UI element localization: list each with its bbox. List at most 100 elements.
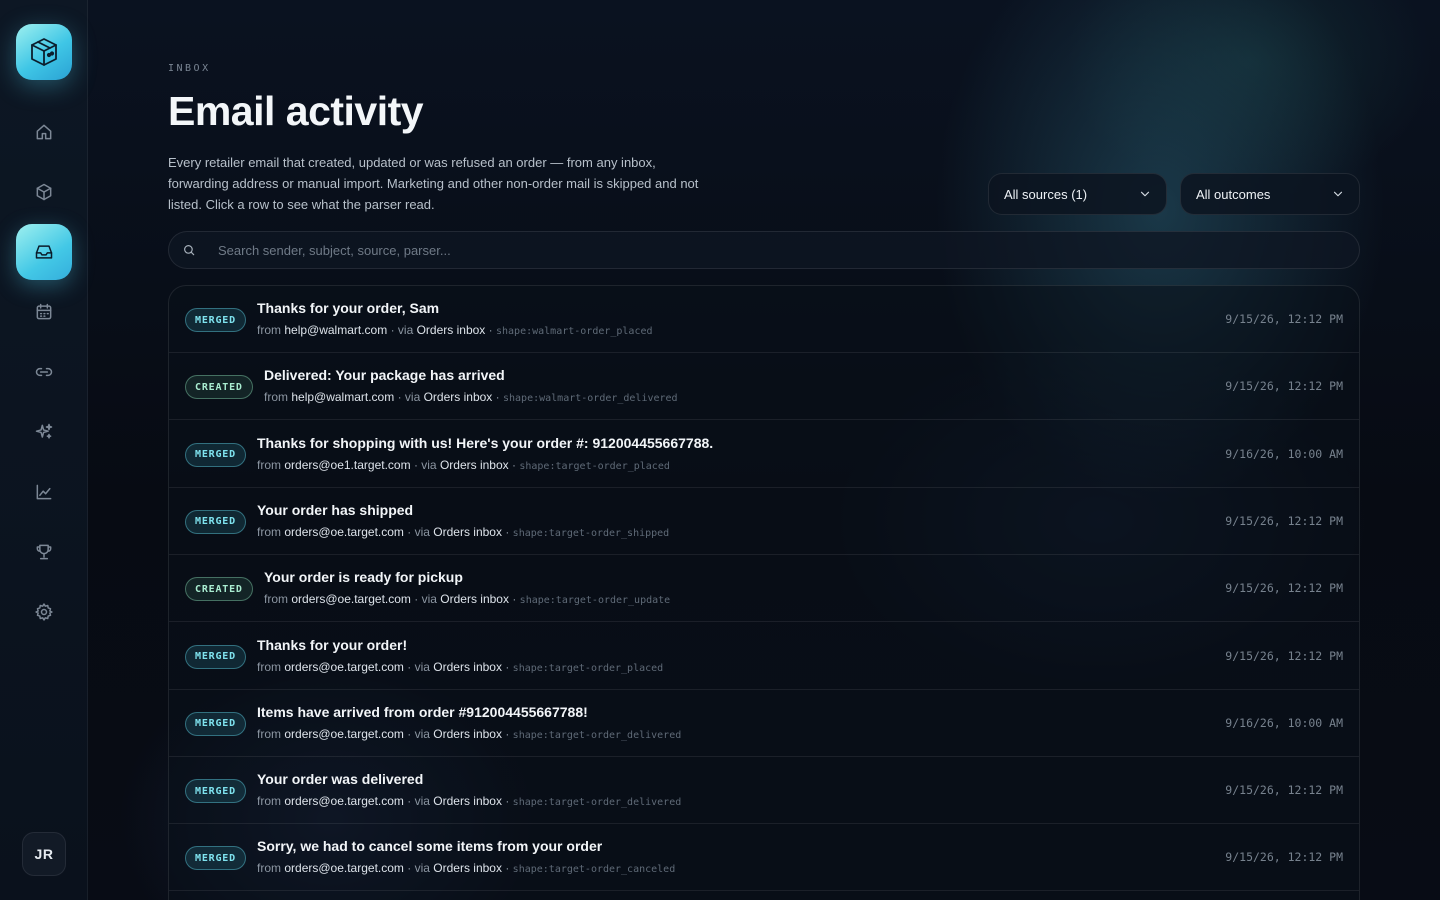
via-label: · via xyxy=(407,659,430,674)
via-label: · via xyxy=(414,592,437,607)
separator-dot: · xyxy=(505,726,510,741)
search-bar[interactable] xyxy=(168,231,1360,269)
email-subject: Sorry, we had to cancel some items from … xyxy=(257,838,603,855)
email-timestamp: 9/15/26, 12:12 PM xyxy=(1225,850,1343,865)
main-content: INBOX Email activity Every retailer emai… xyxy=(168,0,1360,900)
sender-address: orders@oe.target.com xyxy=(284,524,404,539)
parser-shape: shape:target-order_shipped xyxy=(512,527,670,539)
sender-address: orders@oe.target.com xyxy=(291,592,411,607)
email-row[interactable]: CREATED Delivered: Your package has arriv… xyxy=(169,353,1359,421)
parser-shape: shape:target-order_delivered xyxy=(512,797,682,809)
status-badge: MERGED xyxy=(185,509,246,534)
chart-icon xyxy=(36,484,52,500)
email-row[interactable]: MERGED Your order has shipped from orders@… xyxy=(169,488,1359,555)
source-inbox: Orders inbox xyxy=(439,457,509,472)
email-timestamp: 9/16/26, 10:00 AM xyxy=(1225,446,1343,461)
email-subject: Your order was delivered xyxy=(257,771,424,788)
parser-shape: shape:target-order_delivered xyxy=(512,729,682,741)
package-icon xyxy=(36,183,52,201)
separator-dot: · xyxy=(512,592,517,607)
parser-shape: shape:target-order_canceled xyxy=(512,864,676,876)
from-label: from xyxy=(264,390,288,405)
email-meta: from orders@oe.target.com · via Orders i… xyxy=(257,525,669,539)
from-label: from xyxy=(257,659,281,674)
sidebar-item-orders[interactable] xyxy=(16,164,72,220)
home-icon xyxy=(36,124,52,140)
sidebar-item-ai[interactable] xyxy=(16,404,72,460)
source-inbox: Orders inbox xyxy=(423,390,493,405)
calendar-icon xyxy=(36,303,52,320)
email-timestamp: 9/15/26, 12:12 PM xyxy=(1225,581,1343,596)
sidebar-item-links[interactable] xyxy=(16,344,72,400)
email-row[interactable]: MERGED Thanks for shopping with us! Here'… xyxy=(169,421,1359,488)
email-meta: from help@walmart.com · via Orders inbox… xyxy=(264,390,678,404)
source-inbox: Orders inbox xyxy=(433,726,502,741)
email-timestamp: 9/15/26, 12:12 PM xyxy=(1225,513,1343,528)
inbox-icon xyxy=(35,245,53,259)
outcomes-filter-label: All outcomes xyxy=(1196,186,1271,202)
email-row[interactable]: CREATED Your order is ready for pickup fro… xyxy=(169,555,1359,623)
from-label: from xyxy=(257,524,281,539)
outcomes-filter[interactable]: All outcomes xyxy=(1180,173,1360,215)
sparkles-icon xyxy=(35,423,53,439)
gear-icon xyxy=(35,603,53,621)
email-subject: Thanks for shopping with us! Here's your… xyxy=(257,434,714,451)
status-badge: CREATED xyxy=(185,375,253,400)
status-badge: MERGED xyxy=(185,846,246,871)
sources-filter-label: All sources (1) xyxy=(1004,186,1088,202)
from-label: from xyxy=(257,726,281,741)
sidebar-item-settings[interactable] xyxy=(16,584,72,640)
email-subject: Thanks for your order, Sam xyxy=(257,300,440,316)
app-logo[interactable] xyxy=(16,24,72,80)
status-badge: MERGED xyxy=(185,442,246,467)
email-row[interactable]: MERGED Your order was delivered from order… xyxy=(169,757,1359,825)
email-subject: Items have arrived from order #912004455… xyxy=(257,703,588,720)
separator-dot: · xyxy=(505,861,510,876)
via-label: · via xyxy=(407,861,430,876)
search-input[interactable] xyxy=(218,242,1318,258)
sender-address: help@walmart.com xyxy=(284,323,388,337)
page-eyebrow: INBOX xyxy=(168,63,211,74)
chevron-down-icon xyxy=(1333,191,1343,197)
email-timestamp: 9/15/26, 12:12 PM xyxy=(1225,379,1343,394)
status-badge: MERGED xyxy=(185,644,246,669)
sidebar-item-calendar[interactable] xyxy=(16,284,72,340)
trophy-icon xyxy=(36,544,52,560)
sidebar-item-analytics[interactable] xyxy=(16,464,72,520)
separator-dot: · xyxy=(505,659,510,674)
parser-shape: shape:target-order_placed xyxy=(519,460,670,472)
from-label: from xyxy=(257,794,281,809)
email-meta: from orders@oe.target.com · via Orders i… xyxy=(257,660,663,674)
box-icon xyxy=(31,38,57,66)
sources-filter[interactable]: All sources (1) xyxy=(988,173,1167,215)
parser-shape: shape:walmart-order_placed xyxy=(495,326,653,337)
email-row[interactable]: MERGED Items have arrived from order #912… xyxy=(169,690,1359,757)
email-subject: Your order has shipped xyxy=(257,501,414,518)
email-meta: from orders@oe.target.com · via Orders i… xyxy=(257,727,681,741)
user-avatar[interactable]: JR xyxy=(22,832,66,876)
status-badge: MERGED xyxy=(185,779,246,804)
separator-dot: · xyxy=(505,524,510,539)
sidebar-item-home[interactable] xyxy=(16,104,72,160)
email-row[interactable]: MERGED Thanks for your order, Sam from hel… xyxy=(169,286,1359,353)
parser-shape: shape:target-order_update xyxy=(519,595,671,607)
via-label: · via xyxy=(407,524,430,539)
from-label: from xyxy=(264,592,288,607)
email-meta: from orders@oe1.target.com · via Orders … xyxy=(257,458,670,472)
source-inbox: Orders inbox xyxy=(433,794,502,809)
email-row[interactable]: MERGED Sorry, we had to cancel some items… xyxy=(169,824,1359,892)
sender-address: orders@oe.target.com xyxy=(284,861,404,876)
sidebar-item-rewards[interactable] xyxy=(16,524,72,580)
email-list: MERGED Thanks for your order, Sam from hel… xyxy=(168,285,1360,900)
email-timestamp: 9/15/26, 12:12 PM xyxy=(1225,648,1343,663)
status-badge: CREATED xyxy=(185,577,253,602)
link-icon xyxy=(35,367,53,377)
sidebar-item-inbox[interactable] xyxy=(16,224,72,280)
sender-address: orders@oe.target.com xyxy=(284,726,404,741)
via-label: · via xyxy=(397,390,421,405)
email-row[interactable]: MERGED Thanks for your order! from orders@… xyxy=(169,623,1359,690)
separator-dot: · xyxy=(488,323,493,337)
search-icon xyxy=(184,245,195,256)
email-meta: from orders@oe.target.com · via Orders i… xyxy=(257,794,681,808)
via-label: · via xyxy=(413,457,437,472)
